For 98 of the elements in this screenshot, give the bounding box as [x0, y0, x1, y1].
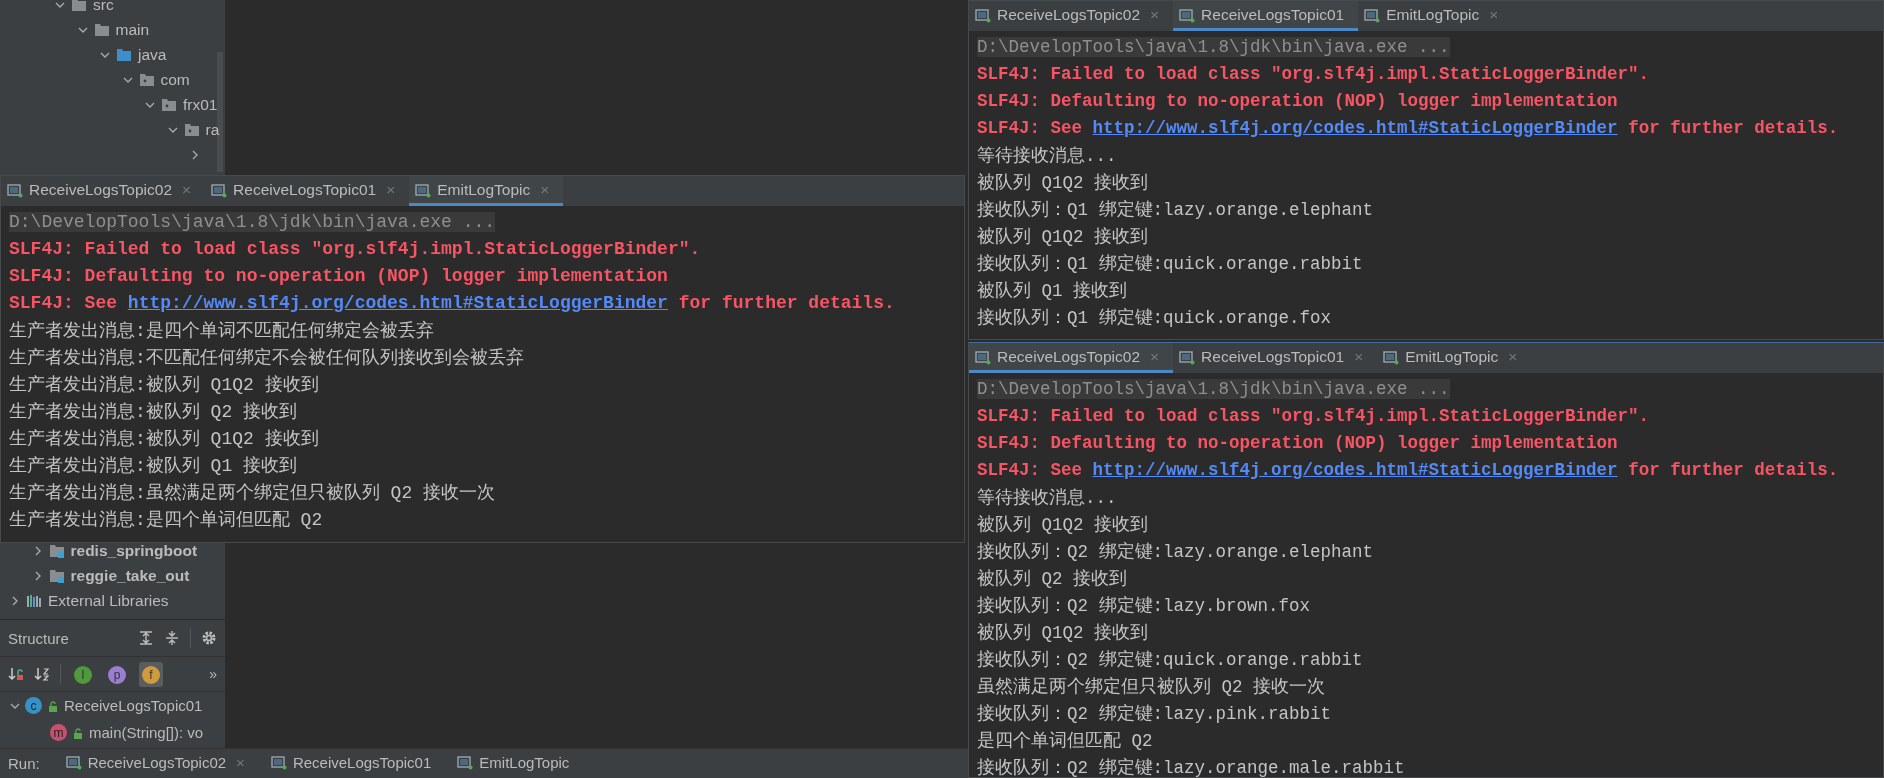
expand-all-icon[interactable] [138, 630, 154, 646]
output-line: 被队列 Q1Q2 接收到 [977, 621, 1148, 644]
output-line: 被队列 Q2 接收到 [977, 567, 1127, 590]
console-tab[interactable]: EmitLogTopic × [409, 176, 564, 206]
console-icon [975, 6, 991, 23]
error-line: SLF4J: Defaulting to no-operation (NOP) logger implementation [977, 432, 1618, 453]
package-folder-icon [183, 121, 200, 138]
output-line: 被队列 Q1Q2 接收到 [977, 171, 1148, 194]
output-line: 接收队列：Q1 绑定键:lazy.orange.elephant [977, 198, 1374, 221]
output-line: 生产者发出消息:被队列 Q2 接收到 [9, 400, 297, 423]
tree-item-label[interactable]: com [160, 70, 190, 89]
folder-icon [71, 0, 87, 13]
output-line: 虽然满足两个绑定但只被队列 Q2 接收一次 [977, 675, 1325, 698]
tree-item-label[interactable]: redis_springboot [70, 541, 198, 560]
tree-item-label[interactable]: ra [205, 120, 220, 139]
output-line: 生产者发出消息:被队列 Q1Q2 接收到 [9, 373, 319, 396]
console-tab[interactable]: EmitLogTopic × [1377, 343, 1532, 373]
output-line: 生产者发出消息:是四个单词但匹配 Q2 [9, 508, 323, 531]
panel-title: Structure [8, 629, 70, 647]
output-line: 生产者发出消息:是四个单词不匹配任何绑定会被丢弃 [9, 319, 434, 342]
output-line: 生产者发出消息:不匹配任何绑定不会被任何队列接收到会被丢弃 [9, 346, 524, 369]
output-line: 接收队列：Q2 绑定键:lazy.orange.male.rabbit [977, 756, 1405, 777]
output-line: 接收队列：Q2 绑定键:lazy.pink.rabbit [977, 702, 1332, 725]
output-line: 生产者发出消息:被队列 Q1Q2 接收到 [9, 427, 319, 450]
tree-item-label[interactable]: frx01 [183, 95, 218, 114]
output-line: 等待接收消息... [977, 486, 1117, 509]
run-tab[interactable]: ReceiveLogsTopic01 [270, 753, 432, 774]
console-tab[interactable]: ReceiveLogsTopic02 × [969, 343, 1174, 373]
console-tab[interactable]: ReceiveLogsTopic01 × [1173, 343, 1378, 373]
collapse-all-icon[interactable] [164, 630, 180, 646]
console-icon [65, 754, 82, 770]
output-line: 接收队列：Q2 绑定键:lazy.orange.elephant [977, 540, 1374, 563]
member-type-icon: c [25, 697, 42, 714]
error-line: SLF4J: Failed to load class "org.slf4j.impl.StaticLoggerBinder". [977, 405, 1650, 426]
console-tab[interactable]: EmitLogTopic × [1358, 1, 1513, 31]
chevron-right-icon[interactable] [190, 149, 200, 160]
output-line: 被队列 Q1Q2 接收到 [977, 225, 1148, 248]
output-line: 被队列 Q1Q2 接收到 [977, 513, 1148, 536]
filter-toggle[interactable]: f [139, 661, 163, 687]
output-line: 接收队列：Q2 绑定键:quick.orange.rabbit [977, 648, 1363, 671]
settings-icon[interactable] [201, 630, 217, 646]
console-tab[interactable]: ReceiveLogsTopic01 [1173, 1, 1359, 31]
output-line: 接收队列：Q2 绑定键:lazy.brown.fox [977, 594, 1311, 617]
tree-item-label[interactable]: src [93, 0, 114, 14]
error-line: SLF4J: Failed to load class "org.slf4j.impl.StaticLoggerBinder". [977, 63, 1650, 84]
sort-alphabetically-icon[interactable] [34, 666, 50, 682]
error-line: SLF4J: Defaulting to no-operation (NOP) logger implementation [977, 90, 1618, 111]
error-line: SLF4J: See http://www.slf4j.org/codes.html#StaticLoggerBinder for further details. [9, 292, 895, 313]
output-line: 接收队列：Q1 绑定键:quick.orange.rabbit [977, 252, 1363, 275]
more-button[interactable]: » [209, 666, 217, 682]
console-tab[interactable]: ReceiveLogsTopic02 × [1, 176, 206, 206]
output-line: 等待接收消息... [977, 144, 1117, 167]
console-icon [270, 754, 287, 770]
console-icon [211, 181, 228, 198]
output-line: 接收队列：Q1 绑定键:quick.orange.fox [977, 306, 1332, 329]
console-tab[interactable]: ReceiveLogsTopic02 × [969, 1, 1174, 31]
sort-visibility-icon[interactable] [8, 666, 24, 682]
folder-icon [116, 46, 132, 63]
console-icon [1364, 6, 1381, 23]
run-tab[interactable]: EmitLogTopic [457, 753, 570, 774]
chevron-right-icon[interactable] [10, 595, 20, 606]
output-line: 生产者发出消息:被队列 Q1 接收到 [9, 454, 297, 477]
console-tab[interactable]: ReceiveLogsTopic01 × [205, 176, 410, 206]
console-icon [1179, 6, 1196, 23]
output-line: 是四个单词但匹配 Q2 [977, 729, 1153, 752]
run-tab[interactable]: ReceiveLogsTopic02 × [65, 753, 245, 774]
tree-item-label[interactable]: java [138, 45, 167, 64]
run-label: Run: [8, 755, 40, 772]
link[interactable]: http://www.slf4j.org/codes.html#StaticLoggerBinder [1092, 117, 1618, 138]
module-folder-icon [48, 542, 65, 559]
console-icon [457, 754, 474, 770]
link[interactable]: http://www.slf4j.org/codes.html#StaticLoggerBinder [1092, 459, 1618, 480]
tree-item-label[interactable]: reggie_take_out [70, 566, 190, 585]
package-folder-icon [138, 71, 155, 88]
link[interactable]: http://www.slf4j.org/codes.html#StaticLoggerBinder [127, 292, 668, 313]
package-folder-icon [161, 96, 177, 113]
member-type-icon: m [50, 724, 67, 741]
tree-item-label[interactable]: External Libraries [48, 591, 169, 610]
output-line: 被队列 Q1 接收到 [977, 279, 1127, 302]
console-icon [975, 348, 991, 365]
library-icon [26, 592, 42, 609]
tree-item-label[interactable]: main [115, 20, 150, 39]
console-icon [7, 181, 23, 198]
console-icon [1179, 348, 1196, 365]
error-line: SLF4J: Defaulting to no-operation (NOP) logger implementation [9, 265, 668, 286]
lock-icon [72, 726, 84, 739]
console-icon [1383, 348, 1400, 365]
error-line: SLF4J: See http://www.slf4j.org/codes.html#StaticLoggerBinder for further details. [977, 117, 1839, 138]
chevron-down-icon[interactable] [55, 0, 65, 10]
error-line: SLF4J: See http://www.slf4j.org/codes.html#StaticLoggerBinder for further details. [977, 459, 1839, 480]
structure-item-label[interactable]: ReceiveLogsTopic01 [64, 697, 203, 714]
output-line: 生产者发出消息:虽然满足两个绑定但只被队列 Q2 接收一次 [9, 481, 495, 504]
error-line: SLF4J: Failed to load class "org.slf4j.impl.StaticLoggerBinder". [9, 238, 701, 259]
console-icon [415, 181, 432, 198]
lock-icon [47, 699, 59, 712]
folder-icon [93, 21, 110, 38]
module-folder-icon [48, 567, 65, 584]
structure-item-label[interactable]: main(String[]): vo [89, 724, 204, 741]
